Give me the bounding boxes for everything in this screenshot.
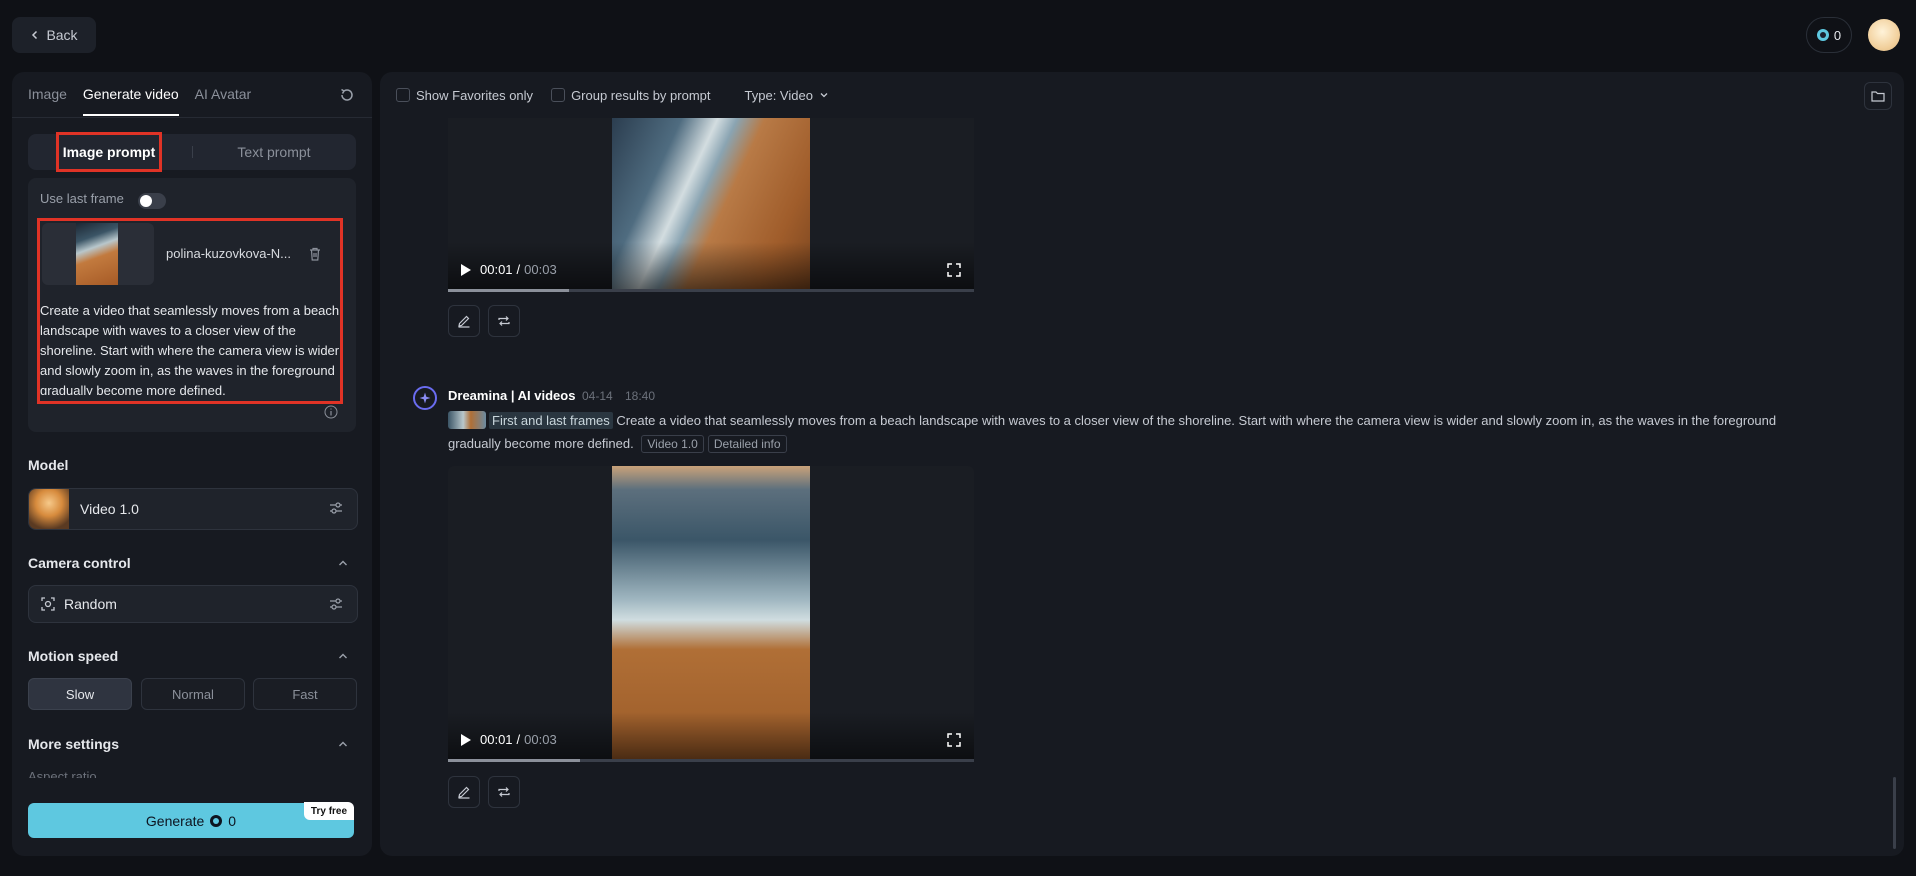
chevron-left-icon [32, 30, 38, 40]
video-duration: 00:03 [524, 262, 557, 277]
tab-generate-video[interactable]: Generate video [82, 84, 179, 116]
frames-thumbnail[interactable] [448, 411, 486, 429]
highlight-box [37, 218, 343, 404]
text-prompt-tab[interactable]: Text prompt [200, 134, 348, 170]
edit-button[interactable] [448, 305, 480, 337]
model-thumbnail [29, 489, 69, 529]
regenerate-button[interactable] [488, 776, 520, 808]
model-tag: Video 1.0 [641, 435, 704, 453]
video-progress-fill [448, 759, 580, 762]
message-date: 04-14 [582, 389, 613, 403]
use-last-frame-label: Use last frame [40, 191, 124, 206]
model-selector[interactable] [28, 488, 358, 530]
info-icon[interactable] [324, 405, 338, 419]
video-time-separator: / [516, 262, 521, 277]
favorites-label[interactable]: Show Favorites only [416, 88, 533, 103]
results-scrollbar[interactable] [1893, 777, 1896, 849]
chevron-up-icon[interactable] [337, 557, 349, 569]
use-last-frame-toggle[interactable] [138, 193, 166, 209]
back-label: Back [46, 27, 78, 43]
tabs-divider [12, 117, 372, 118]
motion-normal-button[interactable]: Normal [141, 678, 245, 710]
camera-control-label: Camera control [28, 555, 131, 571]
video-time-separator: / [516, 732, 521, 747]
back-button[interactable]: Back [12, 17, 96, 53]
regenerate-button[interactable] [488, 305, 520, 337]
play-icon[interactable] [460, 263, 472, 277]
filter-bar: Show Favorites only Group results by pro… [396, 86, 829, 104]
tab-image[interactable]: Image [28, 84, 67, 116]
frames-label: First and last frames [489, 412, 613, 429]
group-by-prompt-checkbox[interactable] [551, 88, 566, 102]
video-current-time: 00:01 [480, 262, 513, 277]
chevron-down-icon[interactable] [819, 90, 829, 100]
video-duration: 00:03 [524, 732, 557, 747]
dreamina-logo-icon [413, 386, 437, 410]
credits-badge[interactable]: 0 [1806, 17, 1852, 53]
motion-fast-button[interactable]: Fast [253, 678, 357, 710]
type-filter-dropdown[interactable]: Type: Video [745, 88, 813, 103]
camera-focus-icon [41, 597, 55, 611]
motion-slow-button[interactable]: Slow [28, 678, 132, 710]
chevron-up-icon[interactable] [337, 738, 349, 750]
tab-ai-avatar[interactable]: AI Avatar [195, 84, 252, 116]
try-free-badge: Try free [304, 802, 354, 820]
group-by-prompt-label[interactable]: Group results by prompt [571, 88, 710, 103]
folder-button[interactable] [1864, 82, 1892, 110]
model-name: Video 1.0 [80, 501, 139, 517]
credits-count: 0 [1833, 27, 1842, 43]
fullscreen-icon[interactable] [947, 263, 961, 277]
repeat-icon [498, 316, 510, 326]
message-time: 18:40 [625, 389, 656, 403]
edit-button[interactable] [448, 776, 480, 808]
motion-speed-label: Motion speed [28, 648, 119, 664]
mode-tabs: Image Generate video AI Avatar [28, 84, 251, 118]
more-settings-label: More settings [28, 736, 120, 752]
prompt-mode-separator [192, 146, 193, 158]
folder-icon [1871, 91, 1885, 102]
favorites-checkbox[interactable] [396, 88, 410, 102]
video-controls: 00:01 / 00:03 [460, 732, 557, 747]
chevron-up-icon[interactable] [337, 650, 349, 662]
image-prompt-tab[interactable]: Image prompt [56, 132, 162, 172]
play-icon[interactable] [460, 733, 472, 747]
fullscreen-icon[interactable] [947, 733, 961, 747]
repeat-icon [498, 787, 510, 797]
model-settings-icon[interactable] [328, 500, 344, 516]
message-body: First and last frames Create a video tha… [448, 409, 1828, 456]
refresh-icon[interactable] [338, 86, 356, 104]
credit-coin-icon [1816, 29, 1829, 41]
video-current-time: 00:01 [480, 732, 513, 747]
aspect-ratio-label: Aspect ratio [28, 770, 97, 778]
credit-coin-icon [210, 814, 223, 827]
video-controls: 00:01 / 00:03 [460, 262, 557, 277]
camera-control-value: Random [64, 596, 117, 612]
pencil-icon [458, 786, 470, 799]
user-avatar[interactable] [1868, 19, 1900, 51]
pencil-icon [458, 315, 470, 328]
model-label: Model [28, 457, 69, 473]
video-progress-fill [448, 289, 569, 292]
message-author: Dreamina | AI videos [448, 388, 576, 403]
detailed-info-tag[interactable]: Detailed info [707, 435, 787, 453]
generate-cost: 0 [228, 812, 237, 829]
camera-settings-icon[interactable] [328, 596, 344, 612]
generate-label: Generate [145, 812, 205, 829]
